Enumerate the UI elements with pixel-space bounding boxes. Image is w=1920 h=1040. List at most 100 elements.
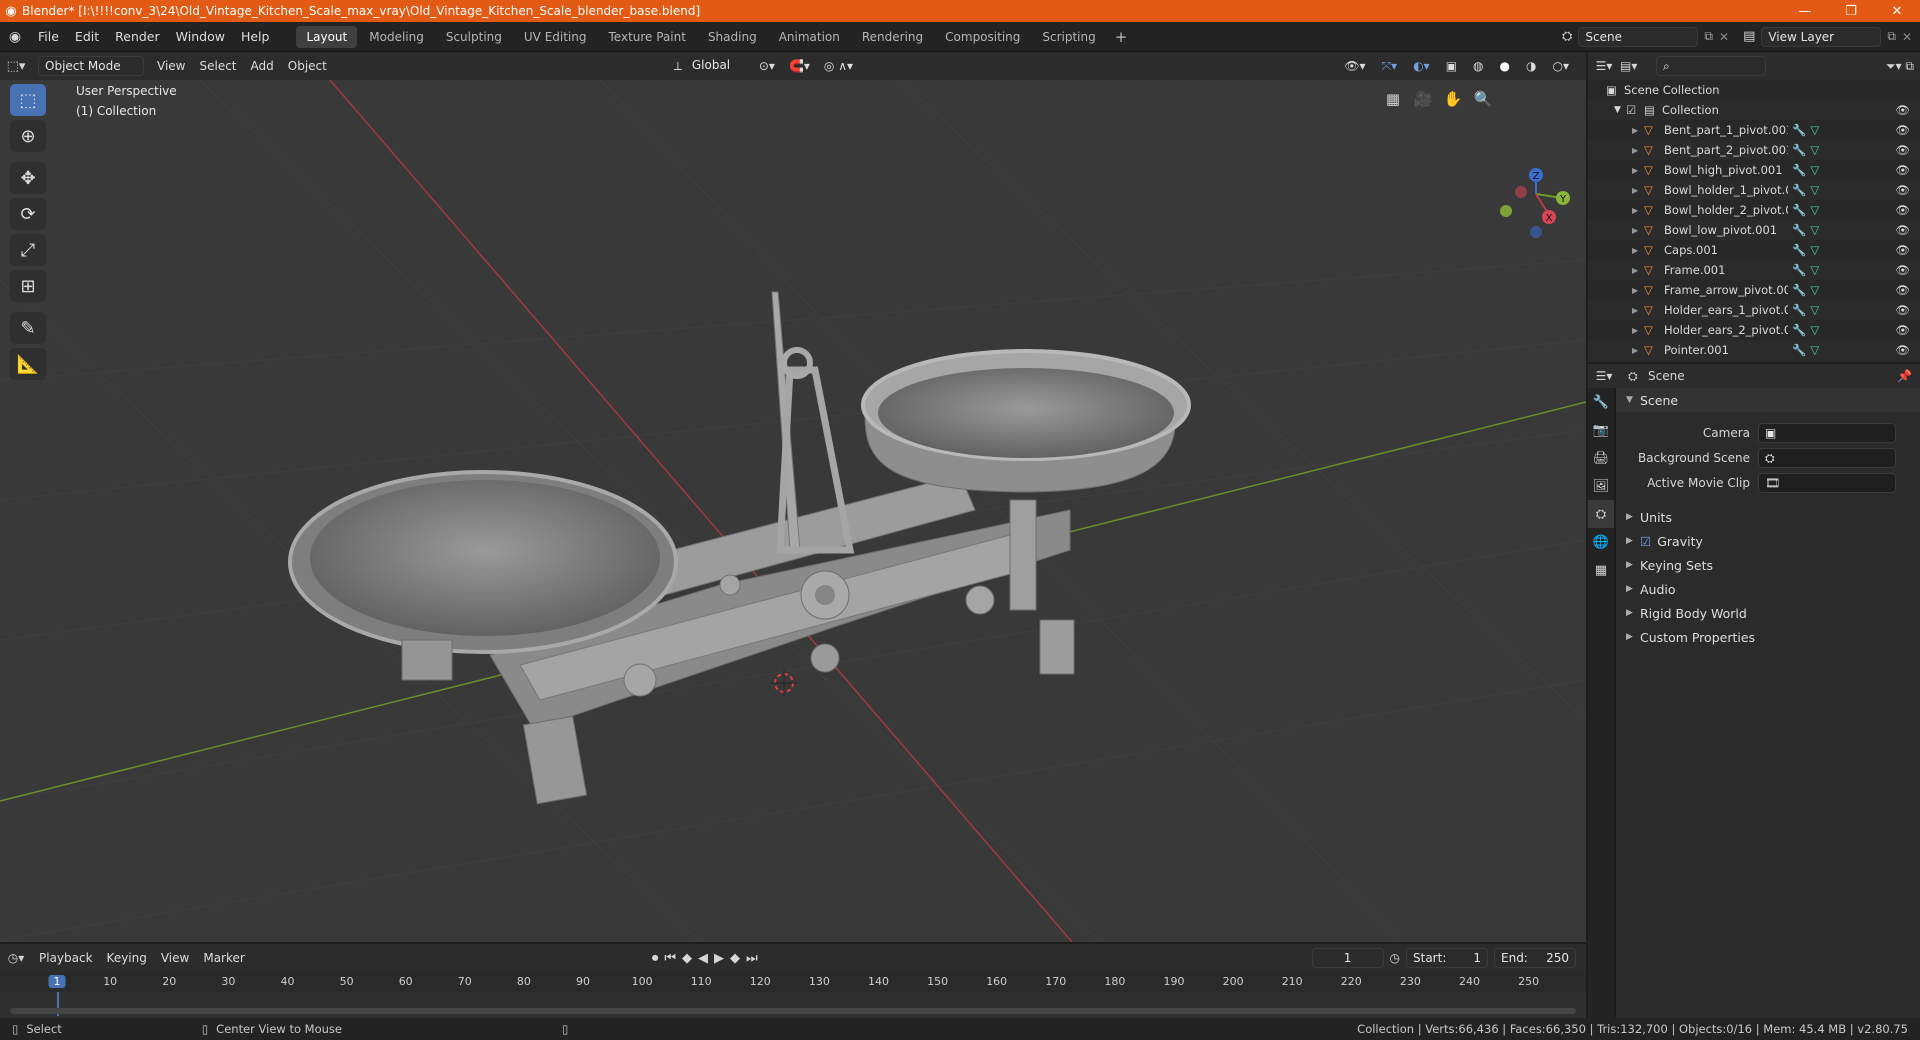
outliner-scene-collection[interactable]: ▣ Scene Collection (1588, 80, 1920, 100)
move-tool-icon[interactable]: ✥ (10, 162, 46, 194)
menu-marker[interactable]: Marker (196, 944, 251, 972)
delete-view-layer-icon[interactable]: ✕ (1902, 30, 1912, 44)
play-reverse-icon[interactable]: ◀ (698, 951, 708, 966)
output-props-tab-icon[interactable]: 🖨 (1588, 444, 1614, 472)
menu-render[interactable]: Render (107, 22, 168, 52)
mesh-data-icon[interactable]: ▽ (1810, 283, 1819, 297)
menu-file[interactable]: File (30, 22, 67, 52)
cursor-tool-icon[interactable]: ⊕ (10, 120, 46, 152)
units-panel[interactable]: ▶ Units (1616, 505, 1920, 529)
tab-scripting[interactable]: Scripting (1032, 26, 1105, 48)
tab-uv-editing[interactable]: UV Editing (514, 26, 597, 48)
pin-icon[interactable]: 📌 (1897, 369, 1920, 383)
modifier-icon[interactable]: 🔧 (1792, 143, 1806, 157)
new-view-layer-icon[interactable]: ⧉ (1887, 29, 1896, 44)
custom-properties-panel[interactable]: ▶ Custom Properties (1616, 625, 1920, 649)
background-scene-field[interactable]: ⛭ (1758, 447, 1896, 468)
next-keyframe-icon[interactable]: ◆ (730, 951, 740, 966)
menu-timeline-view[interactable]: View (154, 944, 196, 972)
expand-icon[interactable]: ▶ (1632, 286, 1644, 295)
eye-icon[interactable]: 👁 (1895, 303, 1910, 317)
scale-tool-icon[interactable]: ⤢ (10, 234, 46, 266)
transform-tool-icon[interactable]: ⊞ (10, 270, 46, 302)
mesh-data-icon[interactable]: ▽ (1810, 343, 1819, 357)
proportional-icon[interactable]: ◎ ∧▾ (817, 52, 860, 80)
timeline-editor-type-icon[interactable]: ◷▾ (0, 951, 32, 965)
eye-icon[interactable]: 👁 (1895, 343, 1910, 357)
grid-view-icon[interactable]: ▦ (1380, 86, 1406, 112)
expand-icon[interactable]: ▶ (1632, 246, 1644, 255)
jump-end-icon[interactable]: ⏭ (746, 951, 758, 966)
clock-icon[interactable]: ◷ (1390, 951, 1400, 965)
mesh-data-icon[interactable]: ▽ (1810, 263, 1819, 277)
timeline-scrollbar[interactable] (10, 1008, 1576, 1014)
outliner-item[interactable]: ▶ ▽ Caps.001 🔧 ▽ 👁 (1588, 240, 1920, 260)
tool-props-tab-icon[interactable]: 🔧 (1588, 388, 1614, 416)
mesh-data-icon[interactable]: ▽ (1810, 123, 1819, 137)
modifier-icon[interactable]: 🔧 (1792, 263, 1806, 277)
tab-texture-paint[interactable]: Texture Paint (599, 26, 696, 48)
eye-icon[interactable]: 👁 (1895, 183, 1910, 197)
view-layer-field[interactable]: View Layer (1761, 26, 1882, 47)
menu-edit[interactable]: Edit (67, 22, 107, 52)
blender-menu-icon[interactable]: ◉ (0, 29, 30, 45)
render-props-tab-icon[interactable]: 📷 (1588, 416, 1614, 444)
frame-ruler[interactable]: 1 10 20 30 40 50 60 70 80 90 100 110 120 130 140 150 160… (0, 972, 1586, 992)
minimize-icon[interactable]: — (1782, 4, 1828, 19)
gizmo-icon[interactable]: ⤧▾ (1375, 52, 1405, 80)
modifier-icon[interactable]: 🔧 (1792, 183, 1806, 197)
start-frame-field[interactable]: Start: 1 (1406, 948, 1488, 968)
display-mode-icon[interactable]: ▤▾ (1620, 59, 1650, 73)
mesh-data-icon[interactable]: ▽ (1810, 323, 1819, 337)
measure-tool-icon[interactable]: 📐 (10, 348, 46, 380)
modifier-icon[interactable]: 🔧 (1792, 283, 1806, 297)
world-props-tab-icon[interactable]: 🌐 (1588, 528, 1614, 556)
modifier-icon[interactable]: 🔧 (1792, 203, 1806, 217)
expand-icon[interactable]: ▶ (1632, 166, 1644, 175)
delete-scene-icon[interactable]: ✕ (1719, 30, 1729, 44)
menu-help[interactable]: Help (233, 22, 278, 52)
modifier-icon[interactable]: 🔧 (1792, 163, 1806, 177)
new-scene-icon[interactable]: ⧉ (1704, 29, 1713, 44)
mesh-data-icon[interactable]: ▽ (1810, 143, 1819, 157)
tab-layout[interactable]: Layout (296, 25, 358, 48)
snap-icon[interactable]: 🧲▾ (782, 52, 817, 80)
rigid-body-world-panel[interactable]: ▶ Rigid Body World (1616, 601, 1920, 625)
zoom-icon[interactable]: 🔍 (1470, 86, 1496, 112)
outliner-item[interactable]: ▶ ▽ Pointer.001 🔧 ▽ 👁 (1588, 340, 1920, 360)
menu-select[interactable]: Select (192, 52, 243, 80)
outliner-search-input[interactable]: ⌕ (1656, 56, 1766, 76)
outliner-editor-type-icon[interactable]: ☰▾ (1588, 59, 1620, 73)
mesh-data-icon[interactable]: ▽ (1810, 163, 1819, 177)
modifier-icon[interactable]: 🔧 (1792, 303, 1806, 317)
tab-animation[interactable]: Animation (769, 26, 850, 48)
viewport-canvas[interactable]: Z Y X (0, 80, 1586, 942)
visibility-icon[interactable]: 👁▾ (1337, 52, 1372, 80)
expand-icon[interactable]: ▶ (1632, 226, 1644, 235)
expand-icon[interactable]: ▶ (1632, 186, 1644, 195)
outliner-item[interactable]: ▶▽Bowl_holder_2_pivot.001🔧▽👁 (1588, 200, 1920, 220)
prev-keyframe-icon[interactable]: ◆ (682, 951, 692, 966)
wireframe-shading-icon[interactable]: ◍ (1466, 52, 1490, 80)
menu-add[interactable]: Add (244, 52, 281, 80)
annotate-tool-icon[interactable]: ✎ (10, 312, 46, 344)
xray-icon[interactable]: ▣ (1439, 52, 1464, 80)
filter-icon[interactable]: ⏷▾ ⧉ (1886, 59, 1920, 74)
outliner[interactable]: ▣ Scene Collection ▼ ☑ ▤ Collection 👁 ▶ ▽… (1588, 80, 1920, 362)
view-layer-icon[interactable]: ▤ (1743, 29, 1755, 44)
scene-icon[interactable]: ⛭ (1562, 29, 1572, 44)
outliner-collection[interactable]: ▼ ☑ ▤ Collection 👁 (1588, 100, 1920, 120)
material-shading-icon[interactable]: ◑ (1519, 52, 1543, 80)
camera-view-icon[interactable]: 🎥 (1410, 86, 1436, 112)
outliner-item[interactable]: ▶ ▽ Bowl_high_pivot.001 🔧 ▽ 👁 (1588, 160, 1920, 180)
eye-icon[interactable]: 👁 (1895, 243, 1910, 257)
modifier-icon[interactable]: 🔧 (1792, 323, 1806, 337)
eye-icon[interactable]: 👁 (1895, 123, 1910, 137)
collapse-icon[interactable]: ▼ (1614, 105, 1626, 115)
rendered-shading-icon[interactable]: ○▾ (1546, 52, 1577, 80)
editor-type-icon[interactable]: ⬚▾ (0, 59, 32, 74)
outliner-item[interactable]: ▶▽Holder_ears_2_pivot.001🔧▽👁 (1588, 320, 1920, 340)
outliner-item[interactable]: ▶▽Holder_ears_1_pivot.001🔧▽👁 (1588, 300, 1920, 320)
pan-hand-icon[interactable]: ✋ (1440, 86, 1466, 112)
add-workspace-icon[interactable]: + (1107, 28, 1136, 46)
